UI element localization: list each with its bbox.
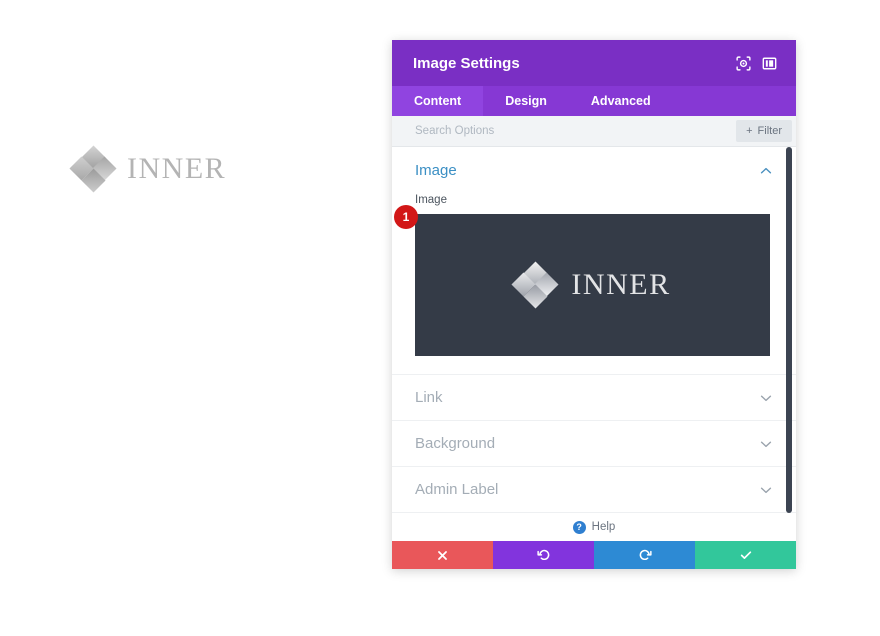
inner-diamond-logo xyxy=(69,144,117,193)
chevron-down-icon[interactable] xyxy=(759,391,773,405)
section-image-title: Image xyxy=(415,162,457,179)
tab-design[interactable]: Design xyxy=(483,86,569,116)
search-input[interactable] xyxy=(415,125,737,137)
focus-target-icon[interactable] xyxy=(730,50,756,76)
chevron-up-icon[interactable] xyxy=(759,164,773,178)
image-preview[interactable]: INNER xyxy=(415,214,770,356)
chevron-down-icon[interactable] xyxy=(759,483,773,497)
section-admin-label[interactable]: Admin Label xyxy=(392,467,796,513)
status-badge: 1 xyxy=(394,205,418,229)
filter-button-label: Filter xyxy=(757,125,782,137)
help-icon[interactable]: ? xyxy=(572,520,586,534)
section-background-title: Background xyxy=(415,435,496,452)
inner-diamond-logo xyxy=(511,260,559,309)
modal-tab-bar: Content Design Advanced xyxy=(392,86,796,116)
section-image-header[interactable]: Image xyxy=(392,147,796,194)
canvas-logo: INNER xyxy=(69,144,227,193)
undo-button[interactable] xyxy=(493,541,594,569)
image-preview-wrapper: 1 INNER xyxy=(392,205,796,356)
filter-button[interactable]: + Filter xyxy=(736,120,792,142)
layout-panel-icon[interactable] xyxy=(756,50,782,76)
help-bar: ? Help xyxy=(392,513,796,541)
modal-footer xyxy=(392,541,796,569)
save-button[interactable] xyxy=(695,541,796,569)
section-admin-label-title: Admin Label xyxy=(415,481,499,498)
help-link[interactable]: Help xyxy=(592,521,616,533)
page-title: Image Settings xyxy=(413,54,520,72)
section-link[interactable]: Link xyxy=(392,375,796,421)
vertical-scrollbar[interactable] xyxy=(786,147,792,513)
cancel-button[interactable] xyxy=(392,541,493,569)
modal-body: Image Image 1 INNER Link Background Admi… xyxy=(392,147,796,513)
canvas-logo-wordmark: INNER xyxy=(127,152,227,185)
section-link-title: Link xyxy=(415,389,443,406)
image-field-label: Image xyxy=(415,194,447,206)
plus-icon: + xyxy=(746,125,753,137)
section-background[interactable]: Background xyxy=(392,421,796,467)
section-image: Image Image 1 INNER xyxy=(392,147,796,375)
search-bar: + Filter xyxy=(392,116,796,147)
image-settings-modal: Image Settings Content Design Advanced +… xyxy=(392,40,796,569)
tab-advanced[interactable]: Advanced xyxy=(569,86,673,116)
preview-logo: INNER xyxy=(511,260,671,309)
modal-header: Image Settings xyxy=(392,40,796,86)
redo-button[interactable] xyxy=(594,541,695,569)
chevron-down-icon[interactable] xyxy=(759,437,773,451)
preview-logo-wordmark: INNER xyxy=(571,268,671,301)
tab-content[interactable]: Content xyxy=(392,86,484,116)
